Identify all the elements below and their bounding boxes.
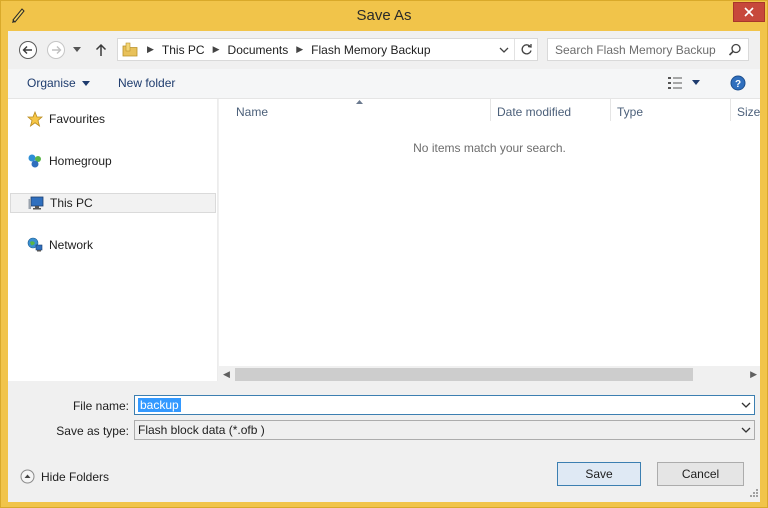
breadcrumb-separator: ▶ bbox=[147, 44, 154, 54]
breadcrumb-separator: ▶ bbox=[212, 44, 220, 54]
close-button[interactable] bbox=[733, 2, 765, 22]
save-as-type-label: Save as type: bbox=[56, 424, 129, 438]
chevron-down-icon bbox=[499, 47, 509, 53]
column-divider[interactable] bbox=[490, 99, 491, 121]
breadcrumb-this-pc[interactable]: This PC bbox=[162, 43, 205, 57]
network-icon bbox=[27, 237, 43, 252]
forward-arrow-icon bbox=[47, 41, 65, 59]
refresh-icon bbox=[521, 44, 532, 55]
column-divider[interactable] bbox=[730, 99, 731, 121]
sidebar-item-label: Homegroup bbox=[49, 154, 112, 168]
chevron-down-icon bbox=[692, 80, 700, 85]
window-title: Save As bbox=[356, 7, 412, 24]
search-input[interactable] bbox=[548, 39, 724, 60]
view-options-button[interactable] bbox=[692, 80, 700, 85]
save-as-type-select[interactable]: Flash block data (*.ofb ) bbox=[134, 420, 755, 440]
recent-locations-button[interactable] bbox=[70, 39, 84, 61]
breadcrumb-documents[interactable]: Documents bbox=[228, 43, 289, 57]
horizontal-scrollbar[interactable]: ◀ ▶ bbox=[219, 366, 760, 383]
up-button[interactable] bbox=[92, 39, 110, 61]
file-name-input[interactable]: backup bbox=[138, 398, 181, 412]
column-header-date-modified[interactable]: Date modified bbox=[497, 105, 571, 119]
navigation-pane: Favourites Homegroup This PC Network bbox=[8, 99, 218, 381]
sidebar-item-favourites[interactable]: Favourites bbox=[10, 109, 216, 129]
file-list-pane: Name Date modified Type Size No items ma… bbox=[219, 99, 760, 381]
chevron-down-icon bbox=[741, 427, 751, 433]
organise-button[interactable]: Organise bbox=[27, 76, 90, 90]
svg-text:?: ? bbox=[735, 79, 741, 90]
column-header-name[interactable]: Name bbox=[236, 105, 268, 119]
breadcrumb-flash-memory-backup[interactable]: Flash Memory Backup bbox=[311, 43, 430, 57]
back-arrow-icon bbox=[19, 41, 37, 59]
address-bar[interactable]: ▶ This PC ▶ Documents ▶ Flash Memory Bac… bbox=[117, 38, 538, 61]
resize-grip-icon[interactable] bbox=[750, 486, 758, 500]
title-bar: Save As bbox=[1, 1, 767, 31]
back-button[interactable] bbox=[17, 39, 39, 61]
forward-button[interactable] bbox=[45, 39, 67, 61]
hide-folders-label: Hide Folders bbox=[41, 469, 110, 484]
chevron-down-icon bbox=[81, 80, 90, 86]
homegroup-icon bbox=[28, 154, 41, 168]
cancel-button[interactable]: Cancel bbox=[657, 462, 744, 486]
organise-label: Organise bbox=[27, 76, 76, 90]
sidebar-item-label: Network bbox=[49, 238, 94, 252]
scroll-left-icon[interactable]: ◀ bbox=[223, 369, 230, 380]
up-arrow-icon bbox=[95, 43, 107, 56]
scrollbar-thumb[interactable] bbox=[235, 368, 693, 381]
sidebar-item-network[interactable]: Network bbox=[10, 235, 216, 255]
command-toolbar: Organise New folder ? bbox=[8, 69, 760, 99]
file-name-label: File name: bbox=[72, 399, 129, 413]
new-folder-button[interactable]: New folder bbox=[118, 76, 175, 90]
save-as-type-dropdown-button[interactable] bbox=[741, 424, 751, 439]
scroll-right-icon[interactable]: ▶ bbox=[750, 369, 757, 380]
hide-folders-button[interactable]: Hide Folders bbox=[20, 469, 109, 484]
help-button[interactable]: ? bbox=[730, 75, 746, 91]
column-header-size[interactable]: Size bbox=[737, 105, 760, 119]
chevron-down-icon bbox=[73, 47, 81, 52]
search-box bbox=[547, 38, 749, 61]
file-name-field[interactable]: backup bbox=[134, 395, 755, 415]
close-icon bbox=[744, 7, 754, 17]
sidebar-item-this-pc[interactable]: This PC bbox=[10, 193, 216, 213]
dialog-client: ▶ This PC ▶ Documents ▶ Flash Memory Bac… bbox=[8, 31, 760, 502]
save-as-type-value: Flash block data (*.ofb ) bbox=[138, 423, 265, 437]
change-view-button[interactable] bbox=[668, 77, 684, 89]
column-divider[interactable] bbox=[610, 99, 611, 121]
chevron-down-icon bbox=[741, 402, 751, 408]
sidebar-item-homegroup[interactable]: Homegroup bbox=[10, 151, 216, 171]
sort-ascending-icon bbox=[356, 100, 363, 104]
folder-icon bbox=[122, 42, 138, 58]
save-as-dialog: Save As ▶ This PC ▶ Documents ▶ Flash Me… bbox=[0, 0, 768, 508]
star-icon bbox=[27, 111, 43, 127]
sidebar-item-label: Favourites bbox=[49, 112, 106, 126]
column-header-type[interactable]: Type bbox=[617, 105, 643, 119]
refresh-button[interactable] bbox=[515, 43, 537, 56]
sidebar-item-label: This PC bbox=[50, 196, 93, 210]
address-history-button[interactable] bbox=[494, 47, 514, 53]
details-view-icon bbox=[668, 77, 682, 89]
computer-icon bbox=[28, 196, 44, 210]
search-icon[interactable] bbox=[728, 43, 742, 60]
empty-list-message: No items match your search. bbox=[413, 141, 566, 155]
chevron-up-circle-icon bbox=[20, 469, 35, 484]
breadcrumb-separator: ▶ bbox=[296, 44, 304, 54]
file-name-dropdown-button[interactable] bbox=[741, 399, 751, 414]
save-button[interactable]: Save bbox=[557, 462, 641, 486]
help-icon: ? bbox=[730, 75, 746, 91]
